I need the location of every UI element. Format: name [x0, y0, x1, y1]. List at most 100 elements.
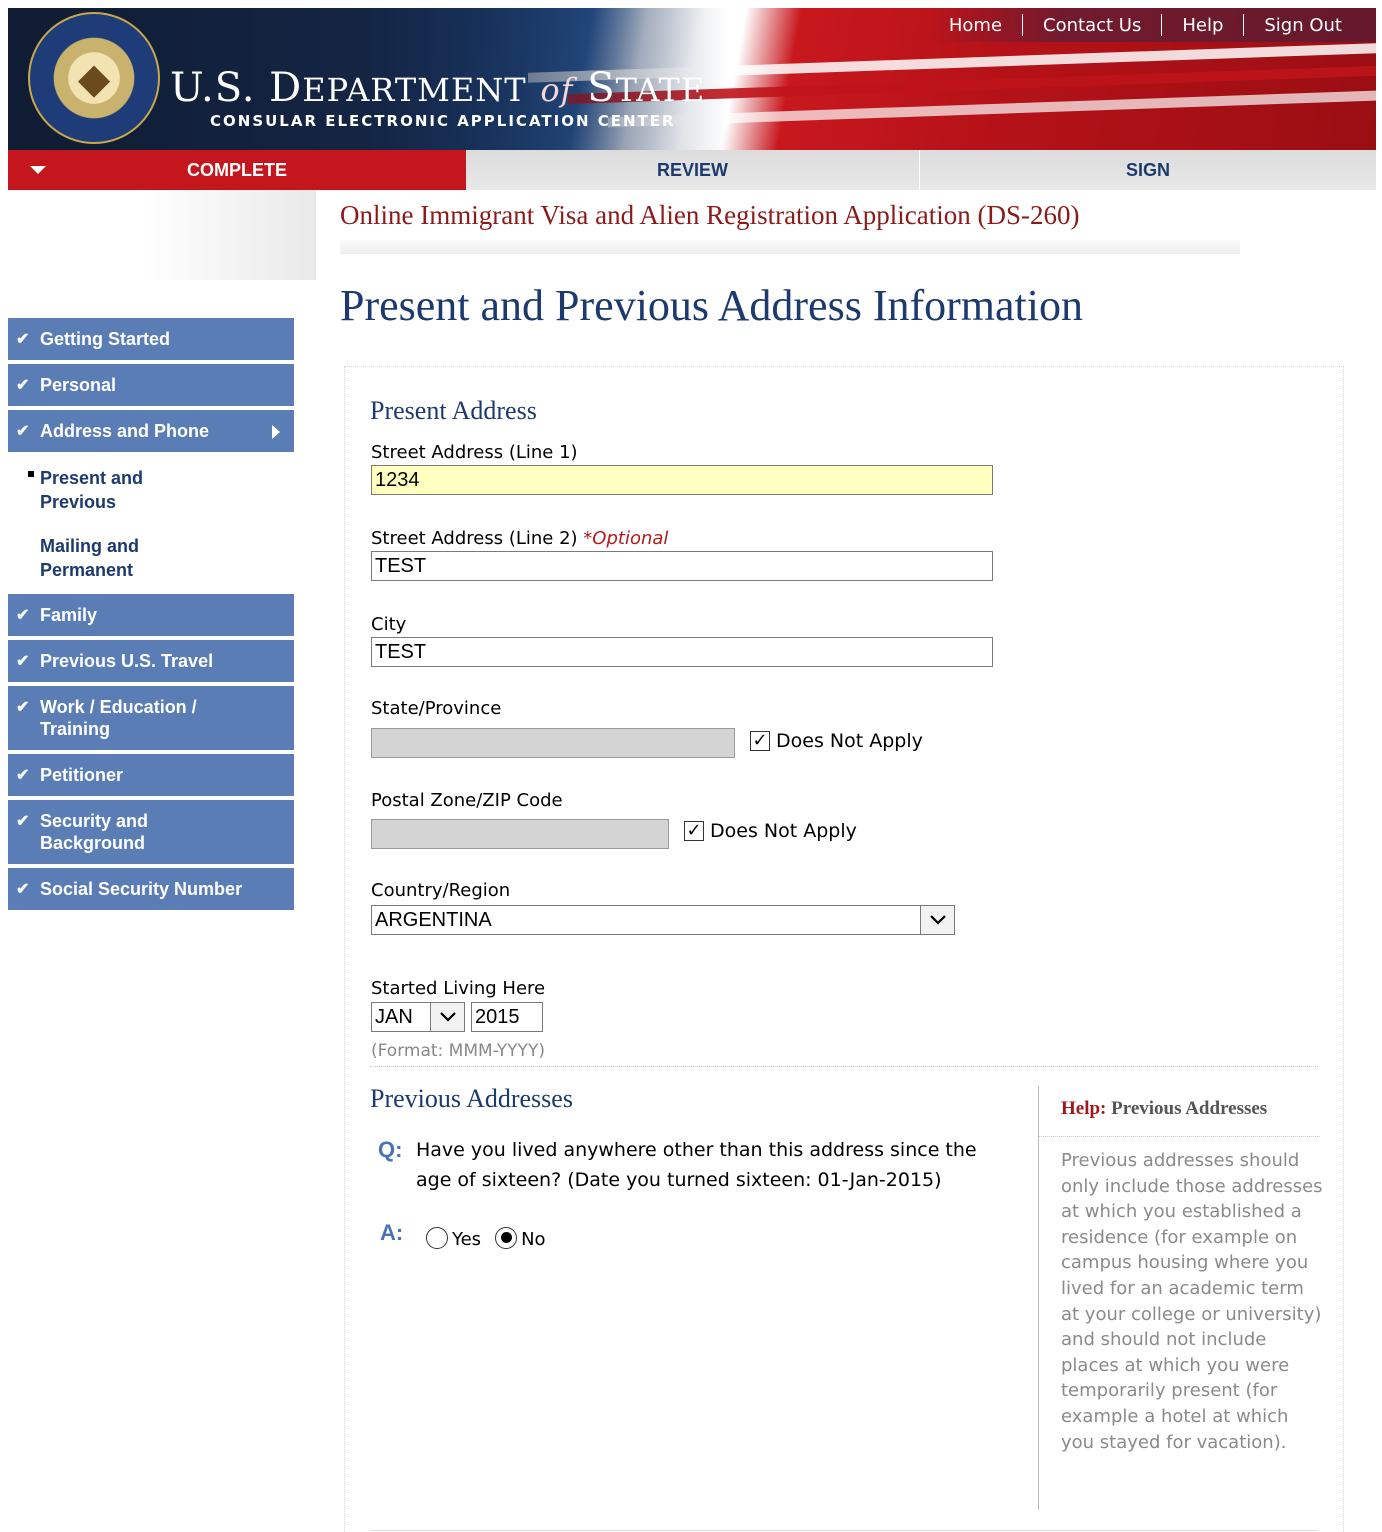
contact-us-link[interactable]: Contact Us [1023, 15, 1161, 36]
sidebar-item-label: Petitioner [40, 765, 124, 785]
check-icon: ✔ [16, 653, 30, 670]
street2-label-text: Street Address (Line 2) [371, 528, 578, 549]
step-label: REVIEW [656, 159, 728, 180]
help-box: Help: Previous Addresses Previous addres… [1038, 1086, 1323, 1510]
chevron-down-icon[interactable] [920, 906, 954, 934]
country-select[interactable]: ARGENTINA [371, 905, 955, 935]
answer-marker: A: [380, 1220, 404, 1245]
check-icon: ✔ [16, 767, 30, 784]
country-label: Country/Region [371, 880, 511, 901]
application-title: Online Immigrant Visa and Alien Registra… [340, 200, 1080, 230]
format-hint: (Format: MMM-YYYY) [371, 1041, 545, 1061]
state-label: State/Province [371, 698, 502, 719]
sidebar-item-label: Social Security Number [40, 879, 243, 899]
previous-addresses-heading: Previous Addresses [370, 1084, 573, 1113]
brand-subtitle: CONSULAR ELECTRONIC APPLICATION CENTER [210, 112, 676, 130]
sidebar-item-work-education-training[interactable]: ✔ Work / Education / Training [8, 686, 294, 754]
help-title: Help: Previous Addresses [1061, 1098, 1267, 1120]
postal-input[interactable] [371, 819, 669, 849]
title-underline [340, 240, 1240, 254]
optional-tag: *Optional [583, 528, 669, 549]
chevron-down-icon[interactable] [430, 1003, 464, 1031]
sidebar-item-address-and-phone[interactable]: ✔ Address and Phone [8, 410, 294, 456]
home-link[interactable]: Home [929, 15, 1022, 36]
question-marker: Q: [378, 1137, 403, 1162]
section-divider [370, 1066, 1318, 1067]
sign-out-link[interactable]: Sign Out [1244, 15, 1362, 36]
sidebar-subitem-present-and-previous[interactable]: Present and Previous [8, 456, 168, 526]
radio-no-label: No [521, 1229, 546, 1250]
state-does-not-apply[interactable]: ✓ Does Not Apply [750, 730, 923, 752]
help-body: Previous addresses should only include t… [1061, 1150, 1323, 1453]
sidebar-item-label: Family [40, 605, 98, 625]
radio-yes[interactable] [426, 1226, 448, 1249]
page-title: Present and Previous Address Information [340, 281, 1083, 330]
state-input[interactable] [371, 728, 735, 758]
check-icon: ✔ [16, 881, 30, 898]
sidebar-item-label: Security and Background [40, 811, 149, 853]
check-icon: ✔ [16, 331, 30, 348]
check-icon: ✔ [16, 607, 30, 624]
answer-options: Yes No [426, 1225, 546, 1250]
sidebar-item-getting-started[interactable]: ✔ Getting Started [8, 318, 294, 364]
started-year-input[interactable]: 2015 [471, 1002, 543, 1032]
department-seal-icon: ◆ [28, 12, 160, 144]
site-header: ◆ U.S. DEPARTMENT of STATE CONSULAR ELEC… [8, 8, 1376, 150]
sidebar-item-previous-us-travel[interactable]: ✔ Previous U.S. Travel [8, 640, 294, 686]
help-divider [1039, 1136, 1320, 1137]
country-selected-value: ARGENTINA [375, 909, 492, 931]
sidebar-subitem-mailing-and-permanent[interactable]: Mailing and Permanent [8, 526, 168, 594]
bullet-icon [28, 471, 34, 477]
help-title-text: Previous Addresses [1111, 1098, 1268, 1119]
started-month-select[interactable]: JAN [371, 1002, 465, 1032]
steps-bar: COMPLETE REVIEW SIGN [8, 150, 1376, 190]
sidebar-item-social-security-number[interactable]: ✔ Social Security Number [8, 868, 294, 914]
check-icon: ✔ [16, 423, 30, 440]
top-nav: Home Contact Us Help Sign Out [928, 8, 1376, 42]
sidebar-item-label: Mailing and Permanent [40, 536, 139, 580]
sidebar-item-label: Address and Phone [40, 421, 210, 441]
postal-does-not-apply[interactable]: ✓ Does Not Apply [684, 820, 857, 842]
brand-title: U.S. DEPARTMENT of STATE [170, 65, 706, 111]
sidebar-item-label: Work / Education / Training [40, 697, 197, 739]
sidebar-item-petitioner[interactable]: ✔ Petitioner [8, 754, 294, 800]
street1-label: Street Address (Line 1) [371, 442, 578, 463]
check-icon: ✔ [16, 699, 30, 716]
month-selected-value: JAN [375, 1006, 413, 1028]
checkbox-checked-icon[interactable]: ✓ [684, 821, 704, 841]
step-sign[interactable]: SIGN [920, 150, 1376, 190]
street2-label: Street Address (Line 2) *Optional [371, 528, 668, 549]
eagle-icon: ◆ [77, 53, 111, 103]
sidebar-item-label: Previous U.S. Travel [40, 651, 214, 671]
started-label: Started Living Here [371, 978, 546, 999]
checkbox-label: Does Not Apply [710, 820, 857, 842]
arrow-right-icon [272, 425, 280, 439]
sidebar-item-label: Getting Started [40, 329, 171, 349]
city-input[interactable]: TEST [371, 637, 993, 667]
brand: U.S. DEPARTMENT of STATE CONSULAR ELECTR… [170, 66, 705, 130]
sidebar-shade [140, 190, 316, 280]
city-label: City [371, 614, 407, 635]
checkbox-checked-icon[interactable]: ✓ [750, 731, 770, 751]
sidebar-item-label: Present and Previous [40, 468, 144, 512]
sidebar-item-security-and-background[interactable]: ✔ Security and Background [8, 800, 294, 868]
radio-no[interactable] [495, 1226, 518, 1249]
step-review[interactable]: REVIEW [466, 150, 920, 190]
radio-selected-dot [500, 1232, 512, 1243]
street2-input[interactable]: TEST [371, 551, 993, 581]
sidebar-item-personal[interactable]: ✔ Personal [8, 364, 294, 410]
check-icon: ✔ [16, 377, 30, 394]
sidebar-item-family[interactable]: ✔ Family [8, 594, 294, 640]
question-text: Have you lived anywhere other than this … [416, 1139, 977, 1191]
present-address-heading: Present Address [370, 396, 537, 425]
step-complete[interactable]: COMPLETE [8, 150, 466, 190]
radio-yes-label: Yes [452, 1229, 482, 1250]
step-label: SIGN [1125, 159, 1170, 180]
street1-input[interactable]: 1234 [371, 465, 993, 495]
caret-down-icon [30, 166, 46, 174]
sidebar: ✔ Getting Started ✔ Personal ✔ Address a… [8, 318, 294, 914]
help-link[interactable]: Help [1162, 15, 1243, 36]
bottom-divider [370, 1530, 1318, 1531]
checkbox-label: Does Not Apply [776, 730, 923, 752]
step-label: COMPLETE [186, 159, 287, 180]
